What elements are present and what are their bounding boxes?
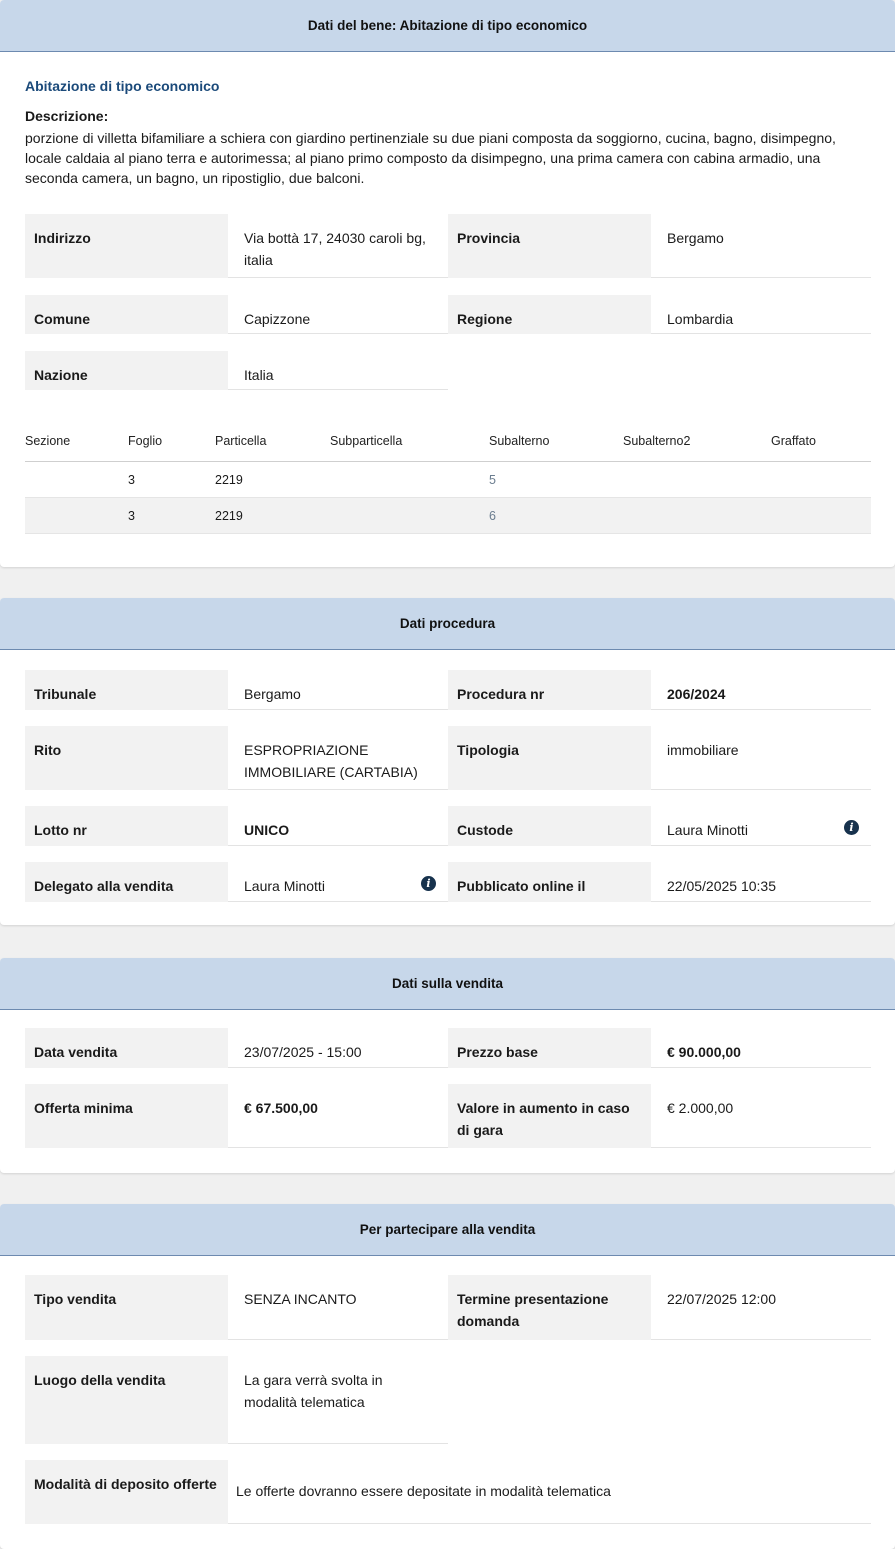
prezzo-base-value: € 90.000,00 (651, 1028, 871, 1068)
indirizzo-label: Indirizzo (25, 214, 228, 278)
tipologia-value: immobiliare (651, 726, 871, 790)
procedura-nr-label: Procedura nr (448, 670, 651, 710)
partecipare-header: Per partecipare alla vendita (0, 1204, 895, 1256)
regione-value: Lombardia (651, 295, 871, 334)
custode-label: Custode (448, 806, 651, 846)
pubblicato-value: 22/05/2025 10:35 (651, 862, 871, 902)
tipo-vendita-label: Tipo vendita (25, 1275, 228, 1340)
row-delegato: Delegato alla vendita Laura Minotti i Pu… (25, 862, 871, 902)
aumento-value: € 2.000,00 (651, 1084, 871, 1148)
regione-label: Regione (448, 295, 651, 334)
col-subalterno2: Subalterno2 (623, 433, 691, 448)
info-icon[interactable]: i (421, 876, 436, 891)
info-icon[interactable]: i (844, 820, 859, 835)
data-vendita-label: Data vendita (25, 1028, 228, 1068)
row-data-vendita: Data vendita 23/07/2025 - 15:00 Prezzo b… (25, 1028, 871, 1068)
luogo-value: La gara verrà svolta in modalità telemat… (228, 1356, 448, 1444)
delegato-name: Laura Minotti (244, 878, 325, 894)
cell-foglio: 3 (128, 472, 135, 487)
row-deposito: Modalità di deposito offerte Le offerte … (25, 1460, 871, 1524)
nazione-value: Italia (228, 351, 448, 390)
bene-card: Dati del bene: Abitazione di tipo econom… (0, 0, 895, 567)
offerta-minima-value: € 67.500,00 (228, 1084, 448, 1148)
delegato-label: Delegato alla vendita (25, 862, 228, 902)
aumento-label: Valore in aumento in caso di gara (448, 1084, 651, 1148)
tribunale-value: Bergamo (228, 670, 448, 710)
description-text: porzione di villetta bifamiliare a schie… (25, 130, 836, 186)
tipologia-label: Tipologia (448, 726, 651, 790)
row-nazione: Nazione Italia (25, 351, 871, 390)
vendita-header: Dati sulla vendita (0, 958, 895, 1010)
row-tribunale: Tribunale Bergamo Procedura nr 206/2024 (25, 670, 871, 710)
deposito-value: Le offerte dovranno essere depositate in… (228, 1460, 871, 1524)
catasto-table: Sezione Foglio Particella Subparticella … (25, 420, 871, 534)
row-offerta: Offerta minima € 67.500,00 Valore in aum… (25, 1084, 871, 1148)
delegato-value: Laura Minotti i (228, 862, 448, 902)
indirizzo-value: Via bottà 17, 24030 caroli bg, italia (228, 214, 448, 278)
comune-label: Comune (25, 295, 228, 334)
vendita-card: Dati sulla vendita Data vendita 23/07/20… (0, 958, 895, 1173)
cell-subalterno: 5 (489, 472, 496, 487)
custode-value: Laura Minotti i (651, 806, 871, 846)
prezzo-base-label: Prezzo base (448, 1028, 651, 1068)
bene-header: Dati del bene: Abitazione di tipo econom… (0, 0, 895, 52)
termine-value: 22/07/2025 12:00 (651, 1275, 871, 1340)
procedura-card: Dati procedura Tribunale Bergamo Procedu… (0, 598, 895, 925)
procedura-header: Dati procedura (0, 598, 895, 650)
row-lotto: Lotto nr UNICO Custode Laura Minotti i (25, 806, 871, 846)
offerta-minima-label: Offerta minima (25, 1084, 228, 1148)
description-label: Descrizione: (25, 108, 109, 124)
col-subparticella: Subparticella (330, 433, 403, 448)
termine-label: Termine presentazione domanda (448, 1275, 651, 1340)
cell-particella: 2219 (215, 508, 243, 523)
luogo-label: Luogo della vendita (25, 1356, 228, 1444)
tribunale-label: Tribunale (25, 670, 228, 710)
cell-foglio: 3 (128, 508, 135, 523)
row-luogo: Luogo della vendita La gara verrà svolta… (25, 1356, 871, 1444)
pubblicato-label: Pubblicato online il (448, 862, 651, 902)
comune-value: Capizzone (228, 295, 448, 334)
catasto-header-row: Sezione Foglio Particella Subparticella … (25, 420, 871, 462)
rito-value: ESPROPRIAZIONE IMMOBILIARE (CARTABIA) (228, 726, 448, 790)
nazione-label: Nazione (25, 351, 228, 390)
row-tipo-vendita: Tipo vendita SENZA INCANTO Termine prese… (25, 1275, 871, 1340)
table-row: 3 2219 5 (25, 462, 871, 498)
row-comune: Comune Capizzone Regione Lombardia (25, 295, 871, 334)
col-graffato: Graffato (771, 433, 816, 448)
lotto-value: UNICO (228, 806, 448, 846)
provincia-label: Provincia (448, 214, 651, 278)
table-row: 3 2219 6 (25, 498, 871, 534)
row-indirizzo: Indirizzo Via bottà 17, 24030 caroli bg,… (25, 214, 871, 278)
procedura-nr-value: 206/2024 (651, 670, 871, 710)
col-particella: Particella (215, 433, 267, 448)
col-foglio: Foglio (128, 433, 163, 448)
data-vendita-value: 23/07/2025 - 15:00 (228, 1028, 448, 1068)
tipo-vendita-value: SENZA INCANTO (228, 1275, 448, 1340)
lotto-label: Lotto nr (25, 806, 228, 846)
custode-name: Laura Minotti (667, 822, 748, 838)
rito-label: Rito (25, 726, 228, 790)
deposito-label: Modalità di deposito offerte (25, 1460, 228, 1524)
col-sezione: Sezione (25, 433, 71, 448)
cell-subalterno: 6 (489, 508, 496, 523)
cell-particella: 2219 (215, 472, 243, 487)
bene-subtitle: Abitazione di tipo economico (25, 78, 220, 94)
partecipare-card: Per partecipare alla vendita Tipo vendit… (0, 1204, 895, 1549)
col-subalterno: Subalterno (489, 433, 550, 448)
provincia-value: Bergamo (651, 214, 871, 278)
row-rito: Rito ESPROPRIAZIONE IMMOBILIARE (CARTABI… (25, 726, 871, 790)
